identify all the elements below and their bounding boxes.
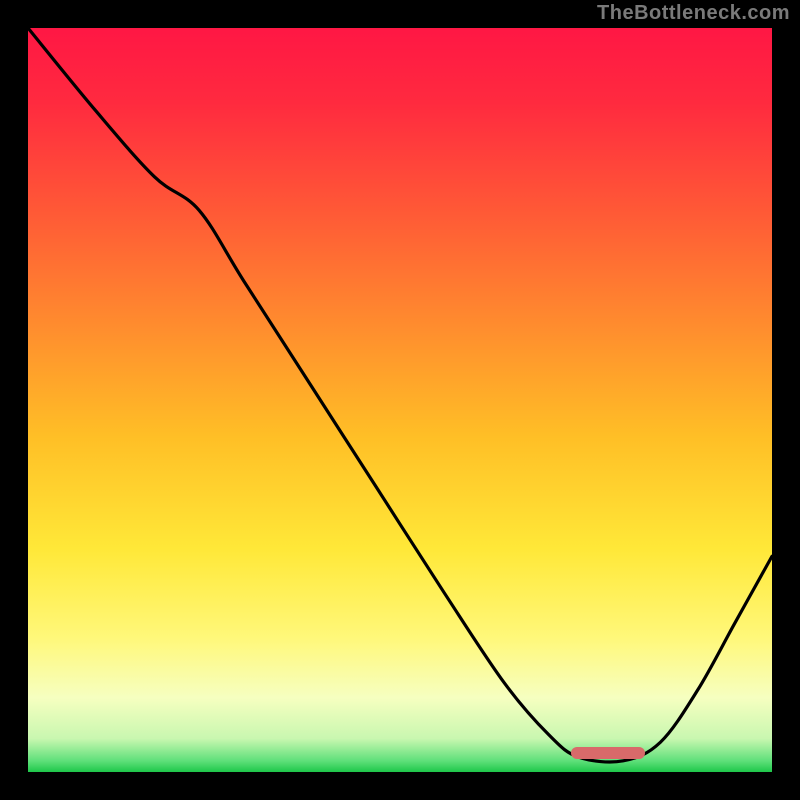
image-root: TheBottleneck.com bbox=[0, 0, 800, 800]
background-gradient bbox=[28, 28, 772, 772]
plot-area bbox=[28, 28, 772, 772]
sweet-spot-marker bbox=[571, 747, 645, 759]
watermark-text: TheBottleneck.com bbox=[597, 2, 790, 25]
